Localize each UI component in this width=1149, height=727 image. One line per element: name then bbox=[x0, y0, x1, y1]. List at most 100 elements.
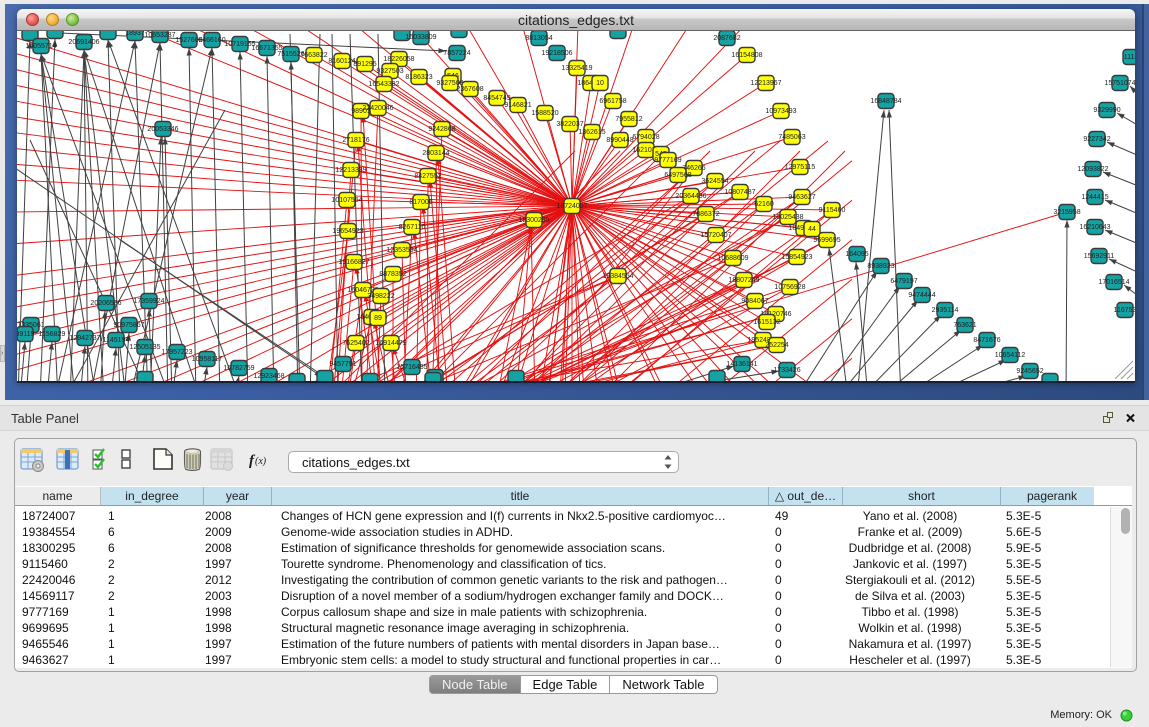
svg-text:9115460: 9115460 bbox=[819, 207, 846, 214]
svg-text:8471676: 8471676 bbox=[973, 337, 1000, 344]
svg-text:12942737: 12942737 bbox=[69, 335, 100, 342]
svg-text:16848784: 16848784 bbox=[870, 98, 901, 105]
svg-text:13325419: 13325419 bbox=[561, 65, 592, 72]
svg-text:7857224: 7857224 bbox=[443, 50, 470, 57]
svg-text:15751074: 15751074 bbox=[1104, 80, 1135, 87]
svg-text:9242868: 9242868 bbox=[428, 126, 455, 133]
svg-text:19384554: 19384554 bbox=[602, 273, 633, 280]
svg-text:20364436: 20364436 bbox=[675, 193, 706, 200]
svg-text:1362615: 1362615 bbox=[578, 129, 605, 136]
svg-text:9463627: 9463627 bbox=[788, 194, 815, 201]
svg-text:22420046: 22420046 bbox=[362, 105, 393, 112]
svg-text:10973493: 10973493 bbox=[765, 108, 796, 115]
svg-text:9777169: 9777169 bbox=[654, 157, 681, 164]
svg-text:(x): (x) bbox=[255, 456, 267, 467]
svg-text:6794028: 6794028 bbox=[632, 134, 659, 141]
svg-text:1112: 1112 bbox=[1124, 54, 1135, 61]
svg-text:9245652: 9245652 bbox=[1016, 368, 1043, 375]
svg-text:1588520: 1588520 bbox=[531, 110, 558, 117]
svg-text:20206536: 20206536 bbox=[90, 300, 121, 307]
svg-text:12975115: 12975115 bbox=[785, 164, 816, 171]
svg-text:9457791: 9457791 bbox=[329, 361, 356, 368]
svg-text:3215958: 3215958 bbox=[1053, 209, 1080, 216]
svg-text:8938923: 8938923 bbox=[867, 263, 894, 270]
svg-text:15720407: 15720407 bbox=[700, 232, 731, 239]
svg-text:12213967: 12213967 bbox=[750, 80, 781, 87]
svg-text:16782759: 16782759 bbox=[223, 365, 254, 372]
svg-text:17359924: 17359924 bbox=[133, 298, 164, 305]
svg-text:12353594: 12353594 bbox=[386, 247, 417, 254]
svg-text:16033809: 16033809 bbox=[405, 34, 436, 41]
svg-text:3624554: 3624554 bbox=[701, 178, 728, 185]
svg-text:62160: 62160 bbox=[754, 201, 774, 208]
svg-text:8813054: 8813054 bbox=[525, 35, 552, 42]
svg-text:89: 89 bbox=[374, 315, 382, 322]
svg-text:8160124: 8160124 bbox=[328, 58, 355, 65]
svg-text:1156829: 1156829 bbox=[39, 331, 66, 338]
svg-text:252254: 252254 bbox=[765, 342, 788, 349]
svg-text:17957223: 17957223 bbox=[161, 349, 192, 356]
svg-text:9227342: 9227342 bbox=[1083, 136, 1110, 143]
svg-text:763621: 763621 bbox=[953, 322, 976, 329]
svg-text:16543382: 16543382 bbox=[368, 81, 399, 88]
svg-text:15854923: 15854923 bbox=[781, 254, 812, 261]
svg-text:14136141: 14136141 bbox=[726, 361, 757, 368]
svg-text:1733426: 1733426 bbox=[773, 367, 800, 374]
svg-text:6961758: 6961758 bbox=[599, 98, 626, 105]
svg-text:10654112: 10654112 bbox=[995, 352, 1026, 359]
svg-text:6479197: 6479197 bbox=[890, 278, 917, 285]
svg-text:17016514: 17016514 bbox=[1098, 279, 1129, 286]
svg-text:7485063: 7485063 bbox=[778, 134, 805, 141]
svg-text:39119: 39119 bbox=[17, 331, 35, 338]
svg-text:10107554: 10107554 bbox=[331, 197, 362, 204]
svg-text:19218506: 19218506 bbox=[541, 50, 572, 57]
svg-text:9474444: 9474444 bbox=[908, 292, 935, 299]
svg-text:9699695: 9699695 bbox=[813, 237, 840, 244]
svg-text:10: 10 bbox=[596, 80, 604, 87]
svg-text:2935114: 2935114 bbox=[932, 307, 959, 314]
svg-text:1145194: 1145194 bbox=[103, 337, 130, 344]
svg-text:9084067: 9084067 bbox=[741, 298, 768, 305]
svg-text:19166827: 19166827 bbox=[338, 259, 369, 266]
svg-text:9329990: 9329990 bbox=[1093, 107, 1120, 114]
svg-text:9146821: 9146821 bbox=[504, 102, 531, 109]
svg-text:19654923: 19654923 bbox=[332, 228, 363, 235]
svg-text:10688609: 10688609 bbox=[717, 255, 748, 262]
svg-text:8186323: 8186323 bbox=[405, 74, 432, 81]
svg-text:891295: 891295 bbox=[353, 61, 376, 68]
svg-text:90975867: 90975867 bbox=[113, 322, 144, 329]
svg-text:7663822: 7663822 bbox=[300, 52, 327, 59]
svg-text:15716485: 15716485 bbox=[396, 364, 427, 371]
svg-text:10653287: 10653287 bbox=[144, 32, 175, 39]
svg-text:16154808: 16154808 bbox=[731, 52, 762, 59]
svg-text:18937: 18937 bbox=[125, 31, 145, 37]
svg-text:14055714: 14055714 bbox=[25, 43, 56, 50]
svg-text:817006: 817006 bbox=[409, 199, 432, 206]
svg-text:164095: 164095 bbox=[845, 251, 868, 258]
svg-text:2367608: 2367608 bbox=[456, 86, 483, 93]
svg-text:12923468: 12923468 bbox=[253, 373, 284, 380]
svg-text:12093822: 12093822 bbox=[1077, 166, 1108, 173]
svg-text:20053346: 20053346 bbox=[147, 126, 178, 133]
svg-text:18300295: 18300295 bbox=[518, 217, 549, 224]
svg-text:116753: 116753 bbox=[1114, 307, 1135, 314]
svg-text:16210643: 16210643 bbox=[1079, 224, 1110, 231]
svg-text:12505135: 12505135 bbox=[129, 344, 160, 351]
svg-text:12213339: 12213339 bbox=[335, 167, 366, 174]
svg-text:10756928: 10756928 bbox=[774, 284, 805, 291]
svg-text:8990448: 8990448 bbox=[606, 137, 633, 144]
svg-text:18807249: 18807249 bbox=[728, 277, 759, 284]
svg-text:2803144: 2803144 bbox=[422, 150, 449, 157]
svg-text:6466160: 6466160 bbox=[198, 37, 225, 44]
svg-text:8267110: 8267110 bbox=[399, 224, 426, 231]
svg-text:16914479: 16914479 bbox=[375, 340, 406, 347]
svg-text:7886372: 7886372 bbox=[692, 211, 719, 218]
svg-text:8427552: 8427552 bbox=[414, 173, 441, 180]
svg-text:44: 44 bbox=[808, 226, 816, 233]
svg-text:9327503: 9327503 bbox=[376, 68, 403, 75]
svg-text:8454749: 8454749 bbox=[483, 95, 510, 102]
svg-text:10807487: 10807487 bbox=[724, 189, 755, 196]
svg-text:18724007: 18724007 bbox=[556, 203, 587, 210]
svg-text:18226058: 18226058 bbox=[383, 56, 414, 63]
svg-text:1615132: 1615132 bbox=[753, 319, 780, 326]
